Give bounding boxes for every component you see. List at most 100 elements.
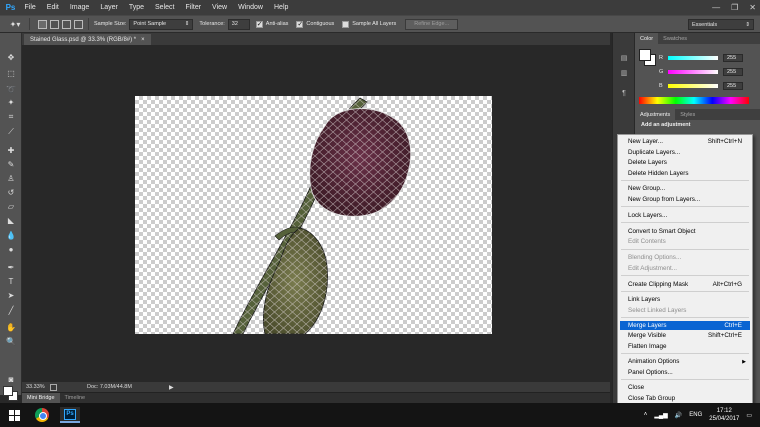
- magic-wand-icon[interactable]: ✦▾: [6, 18, 24, 30]
- new-selection-icon[interactable]: [38, 19, 47, 29]
- color-spectrum[interactable]: [639, 97, 749, 104]
- windows-start-icon[interactable]: [9, 410, 20, 421]
- paragraph-panel-icon[interactable]: ¶: [618, 88, 630, 98]
- sample-all-layers-checkbox[interactable]: [342, 20, 350, 28]
- move-tool-icon[interactable]: ✥: [4, 51, 18, 63]
- menu-item-lock-layers[interactable]: Lock Layers...: [620, 211, 750, 221]
- lasso-tool-icon[interactable]: ➰: [4, 83, 18, 95]
- status-icon[interactable]: [50, 383, 57, 391]
- eyedropper-tool-icon[interactable]: ⟋: [4, 126, 18, 138]
- path-selection-icon[interactable]: ➤: [4, 289, 18, 301]
- blue-slider[interactable]: [668, 84, 718, 88]
- zoom-tool-icon[interactable]: 🔍: [4, 335, 18, 347]
- menu-image[interactable]: Image: [64, 4, 94, 11]
- menu-item-delete-hidden-layers[interactable]: Delete Hidden Layers: [620, 169, 750, 179]
- menu-help[interactable]: Help: [269, 4, 294, 11]
- dodge-tool-icon[interactable]: ●: [4, 243, 18, 255]
- paint-bucket-icon[interactable]: ◣: [4, 214, 18, 226]
- blur-tool-icon[interactable]: 💧: [4, 229, 18, 241]
- status-menu-arrow-icon[interactable]: ▶: [169, 384, 174, 391]
- eraser-tool-icon[interactable]: ▱: [4, 200, 18, 212]
- green-slider[interactable]: [668, 70, 718, 74]
- chrome-icon[interactable]: [35, 408, 49, 422]
- marquee-tool-icon[interactable]: ⬚: [4, 67, 18, 79]
- magic-wand-tool-icon[interactable]: ✦: [4, 96, 18, 108]
- menu-view[interactable]: View: [207, 4, 233, 11]
- history-panel-icon[interactable]: ▤: [618, 53, 630, 63]
- sample-size-select[interactable]: Point Sample ⇕: [129, 18, 194, 30]
- workspace-select[interactable]: Essentials ⇕: [688, 19, 754, 30]
- tab-styles[interactable]: Styles: [675, 109, 700, 120]
- menu-item-close[interactable]: Close: [620, 383, 750, 393]
- intersect-selection-icon[interactable]: [74, 19, 83, 29]
- healing-brush-icon[interactable]: ✚: [4, 144, 18, 156]
- menu-item-link-layers[interactable]: Link Layers: [620, 295, 750, 305]
- options-bar: ✦▾ Sample Size: Point Sample ⇕ Tolerance…: [0, 15, 760, 33]
- green-value-input[interactable]: 255: [723, 68, 743, 76]
- clock[interactable]: 17:12 25/04/2017: [709, 407, 739, 423]
- menu-item-panel-options[interactable]: Panel Options...: [620, 368, 750, 378]
- menu-item-close-tab-group[interactable]: Close Tab Group: [620, 394, 750, 404]
- add-selection-icon[interactable]: [50, 19, 59, 29]
- red-slider[interactable]: [668, 56, 718, 60]
- menu-item-label: Merge Layers: [628, 321, 667, 329]
- tab-color[interactable]: Color: [635, 33, 659, 44]
- menu-filter[interactable]: Filter: [180, 4, 207, 11]
- menu-item-convert-to-smart-object[interactable]: Convert to Smart Object: [620, 227, 750, 237]
- language-indicator[interactable]: ENG: [689, 412, 702, 418]
- menu-item-flatten-image[interactable]: Flatten Image: [620, 342, 750, 352]
- quick-mask-icon[interactable]: ◙: [4, 373, 18, 385]
- photoshop-taskbar-button[interactable]: Ps: [60, 407, 80, 423]
- menu-item-animation-options[interactable]: Animation Options ▶: [620, 357, 750, 367]
- close-tab-icon[interactable]: ×: [141, 37, 145, 43]
- menu-item-new-group[interactable]: New Group...: [620, 184, 750, 194]
- menu-item-delete-layers[interactable]: Delete Layers: [620, 158, 750, 168]
- contiguous-checkbox[interactable]: [296, 20, 304, 28]
- red-value-input[interactable]: 255: [723, 54, 743, 62]
- menu-item-create-clipping-mask[interactable]: Create Clipping Mask Alt+Ctrl+G: [620, 280, 750, 290]
- type-tool-icon[interactable]: T: [4, 275, 18, 287]
- close-icon[interactable]: ✕: [749, 3, 756, 12]
- document-canvas[interactable]: [135, 96, 492, 334]
- menu-item-duplicate-layers[interactable]: Duplicate Layers...: [620, 148, 750, 158]
- line-tool-icon[interactable]: ╱: [4, 304, 18, 316]
- zoom-level[interactable]: 33.33%: [26, 384, 50, 390]
- restore-icon[interactable]: ❐: [731, 3, 738, 12]
- menu-layer[interactable]: Layer: [95, 4, 124, 11]
- tab-swatches[interactable]: Swatches: [658, 33, 692, 44]
- history-brush-icon[interactable]: ↺: [4, 186, 18, 198]
- menu-item-new-group-from-layers[interactable]: New Group from Layers...: [620, 195, 750, 205]
- properties-panel-icon[interactable]: ▥: [618, 68, 630, 78]
- tab-timeline[interactable]: Timeline: [60, 393, 91, 404]
- hand-tool-icon[interactable]: ✋: [4, 321, 18, 333]
- menu-item-merge-layers[interactable]: Merge Layers Ctrl+E: [620, 320, 750, 330]
- tools-panel: ✥ ⬚ ➰ ✦ ⌗ ⟋ ✚ ✎ ♙ ↺ ▱ ◣ 💧 ● ✒ T ➤ ╱ ✋ 🔍 …: [0, 33, 22, 401]
- menu-file[interactable]: File: [19, 4, 41, 11]
- crop-tool-icon[interactable]: ⌗: [4, 111, 18, 123]
- menu-item-new-layer[interactable]: New Layer... Shift+Ctrl+N: [620, 137, 750, 147]
- menu-edit[interactable]: Edit: [41, 4, 64, 11]
- tolerance-input[interactable]: 32: [227, 18, 250, 30]
- anti-alias-checkbox[interactable]: [255, 20, 263, 28]
- tray-expand-icon[interactable]: ˄: [644, 412, 648, 418]
- minimize-icon[interactable]: —: [712, 3, 720, 12]
- menu-type[interactable]: Type: [123, 4, 149, 11]
- sample-all-layers-label: Sample All Layers: [352, 21, 397, 27]
- document-tab[interactable]: Stained Glass.psd @ 33.3% (RGB/8#) * ×: [24, 34, 151, 45]
- brush-tool-icon[interactable]: ✎: [4, 158, 18, 170]
- refine-edge-button[interactable]: Refine Edge...: [405, 18, 459, 30]
- network-icon[interactable]: ▂▄▆: [654, 412, 667, 419]
- blue-value-input[interactable]: 255: [723, 82, 743, 90]
- tab-adjustments[interactable]: Adjustments: [635, 109, 676, 120]
- pen-tool-icon[interactable]: ✒: [4, 261, 18, 273]
- notifications-icon[interactable]: ▭: [746, 412, 752, 419]
- menu-window[interactable]: Window: [233, 4, 269, 11]
- tab-mini-bridge[interactable]: Mini Bridge: [22, 392, 60, 404]
- clone-stamp-icon[interactable]: ♙: [4, 172, 18, 184]
- panel-foreground-swatch[interactable]: [639, 49, 651, 61]
- subtract-selection-icon[interactable]: [62, 19, 71, 29]
- foreground-color-swatch[interactable]: [3, 386, 13, 396]
- menu-item-merge-visible[interactable]: Merge Visible Shift+Ctrl+E: [620, 331, 750, 341]
- menu-select[interactable]: Select: [150, 4, 180, 11]
- volume-icon[interactable]: 🔊: [675, 412, 682, 419]
